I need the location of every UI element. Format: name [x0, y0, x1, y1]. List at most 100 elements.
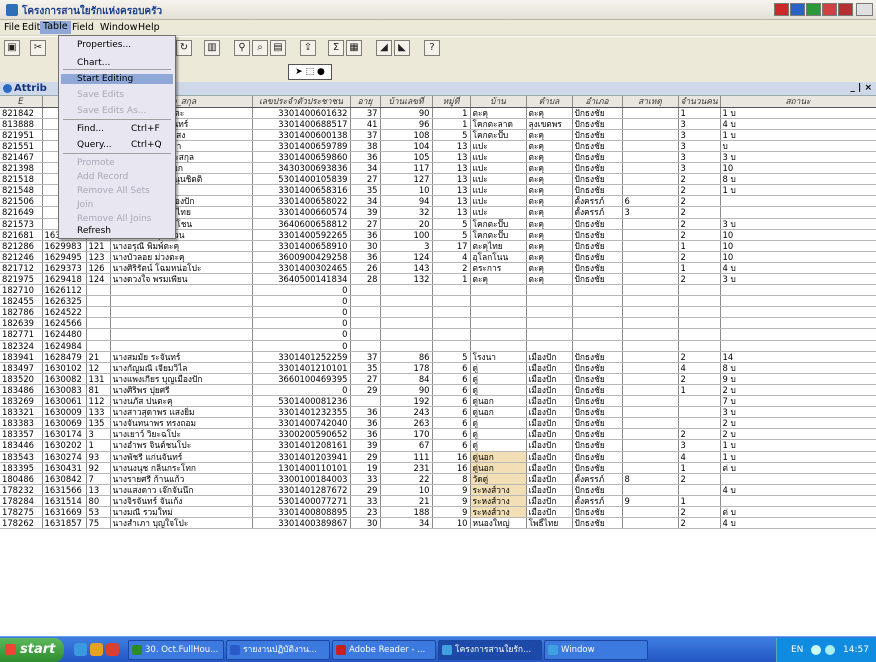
table-cell[interactable]: 1: [86, 439, 111, 452]
table-cell[interactable]: เมืองปัก: [526, 362, 573, 374]
table-cell[interactable]: 6: [432, 428, 471, 441]
table-cell[interactable]: 2 บ: [720, 384, 876, 397]
table-cell[interactable]: ปักธงชัย: [572, 351, 623, 363]
menu-field[interactable]: Field: [72, 22, 94, 33]
table-cell[interactable]: [622, 317, 679, 330]
table-cell[interactable]: 104: [380, 140, 433, 152]
table-cell[interactable]: 10: [720, 251, 876, 263]
table-cell[interactable]: [678, 284, 721, 297]
table-cell[interactable]: นางดวงใจ พรมเพียน: [110, 273, 253, 286]
table-cell[interactable]: 3: [678, 439, 721, 452]
table-cell[interactable]: 38: [350, 140, 381, 152]
table-cell[interactable]: 3301400659860: [252, 151, 351, 164]
table-cell[interactable]: 1 บ: [720, 129, 876, 141]
table-cell[interactable]: 3: [678, 151, 721, 164]
table-cell[interactable]: 183941: [0, 351, 43, 363]
media-icon[interactable]: [90, 643, 103, 656]
table-cell[interactable]: 123: [86, 251, 111, 263]
table-cell[interactable]: [720, 473, 876, 485]
table-cell[interactable]: 3301400660574: [252, 206, 351, 219]
table-cell[interactable]: [720, 295, 876, 308]
table-cell[interactable]: 13: [432, 184, 471, 197]
table-cell[interactable]: 3301400601632: [252, 107, 351, 119]
table-cell[interactable]: นางสมมัย ระจันทร์: [110, 351, 253, 363]
table-cell[interactable]: 80: [86, 495, 111, 507]
table-cell[interactable]: 2: [678, 517, 721, 530]
table-cell[interactable]: 178: [380, 362, 433, 374]
table-cell[interactable]: 2 บ: [720, 428, 876, 441]
table-cell[interactable]: 21: [380, 495, 433, 507]
table-cell[interactable]: 3301400688517: [252, 118, 351, 130]
table-cell[interactable]: ปักธงชัย: [572, 151, 623, 164]
table-cell[interactable]: [678, 406, 721, 419]
table-cell[interactable]: 1624522: [42, 306, 87, 319]
table-cell[interactable]: [622, 107, 679, 119]
table-cell[interactable]: [622, 229, 679, 241]
table-cell[interactable]: [86, 328, 111, 341]
table-cell[interactable]: ตะคุ: [526, 229, 573, 241]
table-row[interactable]: 180486 1630842 7 นางรายศรี ก้านแก้ว 33001001…: [0, 473, 876, 485]
tray-icon[interactable]: [811, 645, 821, 655]
table-cell[interactable]: 1624566: [42, 317, 87, 330]
table-cell[interactable]: [470, 317, 527, 330]
table-cell[interactable]: 821518: [0, 173, 43, 186]
table-cell[interactable]: 0: [252, 317, 351, 330]
table-cell[interactable]: เมืองปัก: [526, 384, 573, 397]
language-indicator[interactable]: EN: [791, 638, 803, 662]
table-cell[interactable]: โคกตะปั๊บ: [470, 229, 527, 241]
table-cell[interactable]: 5301400077271: [252, 495, 351, 507]
table-cell[interactable]: 1630082: [42, 373, 87, 385]
title-tool-5-button[interactable]: [838, 3, 853, 16]
table-cell[interactable]: 3301400658910: [252, 240, 351, 252]
table-cell[interactable]: 2: [678, 229, 721, 241]
table-row[interactable]: 821712 1629373 126 นางศิริรัตน์ โฉมหน่อโปะ 3…: [0, 262, 876, 275]
table-cell[interactable]: 3301400302465: [252, 262, 351, 275]
table-cell[interactable]: 3: [380, 240, 433, 252]
table-cell[interactable]: 9: [622, 495, 679, 507]
menu-table[interactable]: Table: [40, 21, 71, 34]
table-cell[interactable]: 182710: [0, 284, 43, 297]
table-cell[interactable]: 27: [350, 173, 381, 186]
table-cell[interactable]: นางอำพร จินต์ชนโปะ: [110, 439, 253, 452]
table-cell[interactable]: [470, 340, 527, 352]
table-cell[interactable]: 813888: [0, 118, 43, 130]
table-cell[interactable]: [622, 295, 679, 308]
table-cell[interactable]: 8 บ: [720, 362, 876, 374]
table-cell[interactable]: ต่ บ: [720, 462, 876, 474]
table-cell[interactable]: 131: [86, 373, 111, 385]
table-cell[interactable]: ปักธงชัย: [572, 417, 623, 430]
table-cell[interactable]: ตั้งครรภ์: [572, 206, 623, 219]
title-tool-3-button[interactable]: [806, 3, 821, 16]
table-cell[interactable]: 6: [432, 439, 471, 452]
table-cell[interactable]: แปะ: [470, 151, 527, 164]
table-cell[interactable]: 1 บ: [720, 184, 876, 197]
table-cell[interactable]: 231: [380, 462, 433, 474]
table-cell[interactable]: 30: [350, 517, 381, 530]
table-cell[interactable]: 21: [86, 351, 111, 363]
table-cell[interactable]: แปะ: [470, 140, 527, 152]
table-cell[interactable]: ปักธงชัย: [572, 118, 623, 130]
table-cell[interactable]: 93: [86, 451, 111, 463]
table-cell[interactable]: [432, 328, 471, 341]
table-cell[interactable]: แปะ: [470, 184, 527, 197]
table-cell[interactable]: บ: [720, 140, 876, 152]
table-cell[interactable]: [470, 284, 527, 297]
table-cell[interactable]: 0: [252, 384, 351, 397]
menu-item-find[interactable]: Find...: [77, 124, 104, 134]
table-cell[interactable]: 133: [86, 406, 111, 419]
table-cell[interactable]: 100: [380, 229, 433, 241]
table-cell[interactable]: [678, 317, 721, 330]
table-cell[interactable]: ปักธงชัย: [572, 162, 623, 175]
table-cell[interactable]: 2: [678, 428, 721, 441]
table-cell[interactable]: 132: [380, 273, 433, 286]
table-cell[interactable]: 1631514: [42, 495, 87, 507]
table-cell[interactable]: 10: [720, 162, 876, 175]
table-cell[interactable]: ปักธงชัย: [572, 229, 623, 241]
table-cell[interactable]: ปักธงชัย: [572, 262, 623, 275]
table-cell[interactable]: [622, 384, 679, 397]
info-icon[interactable]: ●: [317, 67, 325, 77]
table-cell[interactable]: [720, 317, 876, 330]
table-cell[interactable]: 3: [678, 162, 721, 175]
query-icon[interactable]: ⌕: [252, 40, 268, 56]
table-cell[interactable]: เมืองปัก: [526, 484, 573, 496]
